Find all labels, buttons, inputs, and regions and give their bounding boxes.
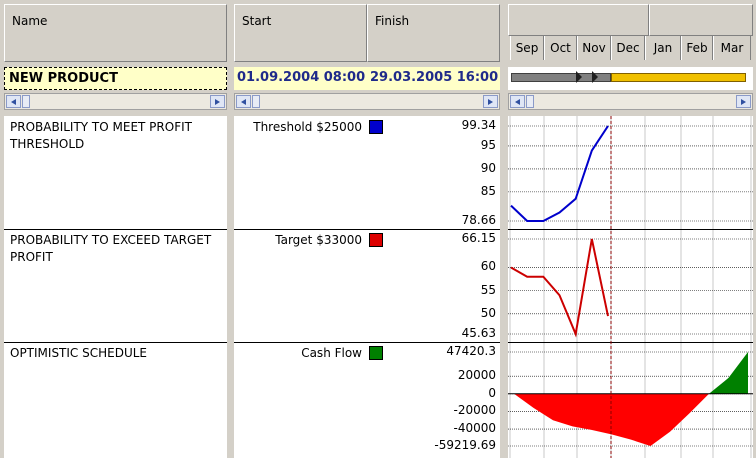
- y-axis-ticks: 99.34 95 90 85 78.66 66.15 60 55 50 45.63 47420.3 2…: [404, 116, 496, 458]
- project-start[interactable]: 01.09.2004 08:00: [234, 67, 367, 90]
- month-jan: Jan: [645, 36, 681, 60]
- legend-swatch-threshold: [369, 120, 383, 134]
- gantt-milestone-icon: [592, 71, 598, 83]
- finish-column-label: Finish: [375, 14, 410, 28]
- y-tick-label: 20000: [457, 368, 496, 383]
- y-tick-label: -20000: [453, 403, 496, 418]
- legend-swatch-target: [369, 233, 383, 247]
- name-column-header[interactable]: Name: [4, 4, 227, 62]
- gantt-scrollbar[interactable]: [508, 93, 753, 110]
- dates-column-scrollbar[interactable]: [234, 93, 500, 110]
- project-finish[interactable]: 29.03.2005 16:00: [367, 67, 500, 90]
- scroll-left-icon[interactable]: [236, 95, 251, 108]
- y-tick-label: 95: [480, 137, 496, 152]
- y-tick-label: 60: [480, 259, 496, 274]
- y-tick-label: 85: [480, 183, 496, 198]
- row-name-target[interactable]: PROBABILITY TO EXCEED TARGET PROFIT: [4, 229, 219, 266]
- gantt-milestone-icon: [576, 71, 582, 83]
- chart-svg: [508, 116, 753, 458]
- month-oct: Oct: [544, 36, 577, 60]
- y-tick-label: 47420.3: [446, 344, 496, 358]
- y-tick-label: 99.34: [461, 118, 496, 132]
- start-column-header[interactable]: Start: [234, 4, 367, 62]
- scroll-thumb[interactable]: [252, 95, 260, 108]
- name-column-scrollbar[interactable]: [4, 93, 227, 110]
- start-column-label: Start: [242, 14, 272, 28]
- y-tick-label: -59219.69: [434, 438, 496, 452]
- y-tick-label: 66.15: [461, 231, 496, 245]
- legend-threshold: Threshold $25000: [253, 120, 362, 134]
- value-pane: Threshold $25000 Target $33000 Cash Flow…: [234, 116, 500, 458]
- scroll-thumb[interactable]: [22, 95, 30, 108]
- name-column-label: Name: [12, 14, 48, 28]
- scroll-right-icon[interactable]: [736, 95, 751, 108]
- month-dec: Dec: [611, 36, 645, 60]
- y-tick-label: 50: [480, 305, 496, 320]
- chart-pane: [508, 116, 753, 458]
- finish-column-header[interactable]: Finish: [367, 4, 500, 62]
- legend-target: Target $33000: [275, 233, 362, 247]
- name-pane: PROBABILITY TO MEET PROFIT THRESHOLD PRO…: [4, 116, 227, 458]
- month-mar: Mar: [713, 36, 751, 60]
- month-feb: Feb: [681, 36, 713, 60]
- y-tick-label: -40000: [453, 421, 496, 436]
- y-tick-label: 0: [488, 385, 496, 400]
- scroll-thumb[interactable]: [526, 95, 534, 108]
- month-nov: Nov: [577, 36, 611, 60]
- y-tick-label: 55: [480, 282, 496, 297]
- scroll-right-icon[interactable]: [210, 95, 225, 108]
- legend-swatch-cashflow: [369, 346, 383, 360]
- row-name-threshold[interactable]: PROBABILITY TO MEET PROFIT THRESHOLD: [4, 116, 219, 153]
- scroll-right-icon[interactable]: [483, 95, 498, 108]
- month-sep: Sep: [510, 36, 544, 60]
- project-name[interactable]: NEW PRODUCT: [4, 67, 227, 90]
- legend-cashflow: Cash Flow: [301, 346, 362, 360]
- series-line-1: [510, 238, 609, 338]
- y-tick-label: 90: [480, 160, 496, 175]
- series-line-0: [510, 125, 609, 222]
- scroll-left-icon[interactable]: [6, 95, 21, 108]
- row-name-optimistic[interactable]: OPTIMISTIC SCHEDULE: [4, 342, 219, 362]
- y-tick-label: 78.66: [461, 213, 496, 227]
- scroll-left-icon[interactable]: [510, 95, 525, 108]
- gantt-bar-remaining[interactable]: [611, 73, 746, 82]
- project-gantt-cell: [508, 67, 753, 90]
- y-tick-label: 45.63: [461, 326, 496, 340]
- timescale-months: Sep Oct Nov Dec Jan Feb Mar: [508, 0, 753, 62]
